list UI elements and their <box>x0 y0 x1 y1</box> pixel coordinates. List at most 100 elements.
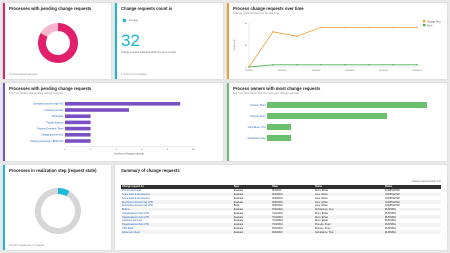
count-description: Change requests submitted within the las… <box>121 51 176 54</box>
x-tick-label: 4 <box>116 149 118 151</box>
card-footer: 10 of 12 requests are open <box>9 73 38 76</box>
timeline-card: Process change requests over time Change… <box>226 2 448 80</box>
category-label: Process Overview / Refer <box>37 128 63 131</box>
x-tick-label: 9/1/2017 <box>312 70 321 72</box>
data-point <box>296 64 298 66</box>
summary-card: Summary of change requests Change reques… <box>114 164 448 251</box>
x-tick-label: 8 <box>167 149 169 151</box>
timeline-chart: 7/1/2017 8/1/2017 9/1/2017 10/1/2017 11/1/20… <box>233 20 441 72</box>
x-tick-label: 10/1/2017 <box>345 70 356 72</box>
card-title: Process owners with most change requests <box>233 86 321 91</box>
category-label: Enterprise process map UHC <box>34 103 64 106</box>
owners-card: Process owners with most change requests… <box>226 82 448 162</box>
card-subtitle: Top 7 processes with pending change requ… <box>9 92 64 95</box>
donut-slice <box>35 188 81 234</box>
card-accent <box>115 3 117 79</box>
x-axis-label: Number of change requests <box>114 152 144 155</box>
bar <box>65 139 91 143</box>
bar <box>65 120 91 125</box>
owners-bars-chart: Process, Peter Process, Peter Compliance, … <box>248 102 427 141</box>
pending-bars-chart: Enterprise process map UHC Customer servi… <box>30 102 195 155</box>
x-tick-label: 2 <box>90 149 92 151</box>
bar <box>267 124 291 130</box>
category-label: Process, Peter <box>250 115 265 118</box>
legend-label: Done <box>427 24 433 27</box>
bar <box>65 108 129 112</box>
category-label: Change process UHC <box>41 134 64 137</box>
data-point <box>416 64 418 66</box>
pending-donut-chart <box>38 23 78 64</box>
realization-card: Processes in realization step (request s… <box>2 164 112 251</box>
filter-label: Change request found in 10 <box>411 180 441 183</box>
data-point <box>416 26 418 29</box>
x-tick-label: 10 <box>192 149 195 151</box>
x-tick-label: 7/1/2017 <box>245 70 254 72</box>
bar <box>65 133 91 137</box>
table-cell: RUNNING <box>383 230 441 235</box>
x-tick-label: 6 <box>141 149 143 151</box>
card-title: Processes with pending change requests <box>9 6 92 11</box>
x-tick-label: 8/1/2017 <box>278 70 287 72</box>
y-axis-label: Count of all <box>233 39 236 51</box>
y-tick-label: 20 <box>245 23 248 25</box>
bar <box>267 113 387 119</box>
card-title: Summary of change requests <box>121 168 180 173</box>
x-tick-label: 11/1/2017 <box>379 70 389 72</box>
card-footer: 1 of them not completed <box>121 73 147 76</box>
data-point <box>248 66 250 68</box>
pending-donut-card: Processes with pending change requests 1… <box>2 2 112 80</box>
bar <box>65 126 91 131</box>
series-line <box>248 27 417 68</box>
bar <box>65 114 91 118</box>
table-row[interactable]: Document check Evaluate 8/29/2016 Complianc… <box>121 230 441 235</box>
card-subtitle: Top 5 process owner with the most open c… <box>233 92 300 95</box>
series-line <box>248 64 417 68</box>
legend-label: Change Req <box>427 20 441 23</box>
category-label: Customer services <box>44 109 64 112</box>
data-point <box>368 64 370 66</box>
card-footer: 10 of 12 requests are in progress <box>9 244 45 247</box>
table-body: Process approval Evaluate 8/4/2016 Dunn, Et… <box>121 189 441 235</box>
summary-table-wrap: Change request for Step State Owner Status P… <box>121 185 441 235</box>
category-label: Work Order <box>52 115 64 118</box>
card-title: Change requests count is <box>121 6 173 11</box>
category-label: Product finances <box>46 121 64 124</box>
data-point <box>344 64 346 66</box>
y-tick-label: 0 <box>246 67 248 69</box>
legend-swatch <box>423 20 426 23</box>
card-title: Processes with pending change requests <box>9 86 92 91</box>
data-point <box>344 26 346 29</box>
data-point <box>272 64 274 66</box>
summary-table: Change request for Step State Owner Status P… <box>121 185 441 235</box>
count-value: 32 <box>121 31 140 50</box>
table-cell: 8/29/2016 <box>271 230 314 235</box>
table-cell: Compliance, Tina <box>313 230 384 235</box>
x-tick-label: 12/1/2017 <box>412 70 423 72</box>
card-title: Processes in realization step (request s… <box>9 168 97 173</box>
data-point <box>368 26 370 29</box>
table-cell: Document check <box>121 230 233 235</box>
table-cell: Evaluate <box>232 230 272 235</box>
category-label: Compliance, Tina <box>248 127 266 129</box>
legend-swatch <box>423 24 426 27</box>
count-card: Change requests count is Average 32 Chan… <box>114 2 224 80</box>
category-label: Process, Peter <box>250 104 265 107</box>
realization-donut-chart <box>35 188 81 234</box>
legend-swatch <box>123 19 126 22</box>
data-point <box>296 35 298 37</box>
data-point <box>392 26 394 29</box>
card-title: Process change requests over time <box>233 6 304 11</box>
data-point <box>272 31 274 33</box>
data-point <box>320 26 322 29</box>
bar <box>65 102 181 106</box>
legend-label: Average <box>129 19 138 22</box>
card-subtitle: Change requests based on the last time <box>233 12 279 15</box>
data-point <box>320 64 322 66</box>
data-point <box>392 64 394 66</box>
pending-bars-card: Processes with pending change requests T… <box>2 82 224 162</box>
category-label: Change processing in BPM UHC <box>30 140 64 143</box>
bar <box>267 135 291 141</box>
category-label: Architecture, Amy <box>248 137 267 140</box>
y-tick-label: 10 <box>245 45 248 47</box>
x-tick-label: 0 <box>64 149 66 151</box>
